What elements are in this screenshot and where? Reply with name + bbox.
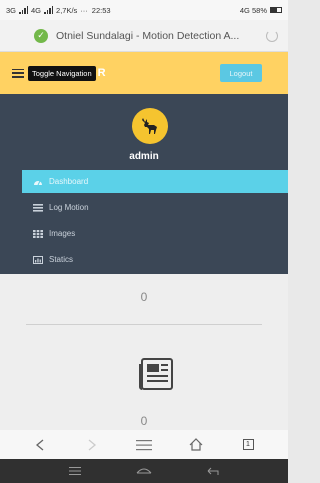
toggle-navigation-tooltip: Toggle Navigation [28, 65, 96, 81]
back-icon[interactable] [30, 435, 50, 455]
sidebar-item-log-motion[interactable]: Log Motion [22, 196, 288, 219]
avatar [132, 108, 168, 144]
sidebar-item-label: Statics [49, 255, 74, 264]
tab-count: 1 [242, 439, 254, 450]
status-right: 4G 58% [240, 6, 282, 15]
system-home-icon[interactable] [136, 465, 152, 477]
network-type-2: 4G [31, 5, 42, 15]
system-back-icon[interactable] [205, 465, 221, 477]
tabs-button[interactable]: 1 [238, 435, 258, 455]
deer-icon [142, 118, 157, 134]
list-icon [32, 203, 44, 212]
secure-shield-icon: ✓ [34, 28, 48, 43]
network-type-1: 3G [6, 5, 17, 15]
sidebar-item-statics[interactable]: Statics [22, 248, 288, 271]
menu-icon[interactable] [134, 435, 154, 455]
divider [26, 324, 262, 325]
system-nav-bar [0, 459, 288, 483]
dashboard-content: 0 0 [0, 274, 288, 430]
recents-icon[interactable] [67, 465, 83, 477]
brand-fragment: R [97, 67, 106, 79]
browser-address-bar[interactable]: ✓ Otniel Sundalagi - Motion Detection A.… [0, 20, 288, 52]
reload-icon[interactable] [266, 29, 278, 42]
hamburger-menu-icon[interactable] [12, 68, 24, 78]
battery-icon [270, 7, 282, 13]
logout-button[interactable]: Logout [220, 64, 262, 82]
dashboard-icon [32, 177, 44, 186]
page-title[interactable]: Otniel Sundalagi - Motion Detection A... [56, 30, 251, 42]
sidebar-item-label: Dashboard [49, 177, 89, 186]
newspaper-icon [139, 358, 173, 390]
status-left: 3G 4G 2,7K/s ··· [6, 6, 88, 15]
sidebar-item-dashboard[interactable]: Dashboard [22, 170, 288, 193]
stat-count-bottom: 0 [140, 414, 148, 428]
forward-icon[interactable] [82, 435, 102, 455]
username: admin [129, 151, 159, 162]
chart-icon [32, 255, 44, 264]
battery-text: 4G 58% [239, 5, 267, 15]
sidebar-item-label: Log Motion [49, 203, 89, 212]
more-icon: ··· [80, 5, 88, 15]
home-icon[interactable] [186, 435, 206, 455]
sidebar: admin Dashboard Log Motion Images Static… [0, 94, 288, 274]
browser-bottom-nav: 1 [0, 430, 288, 459]
stat-count-top: 0 [140, 290, 148, 304]
status-bar: 3G 4G 2,7K/s ··· 22:53 4G 58% [0, 0, 288, 20]
data-speed: 2,7K/s [56, 5, 78, 15]
top-navbar: Toggle Navigation R Logout [0, 52, 288, 94]
grid-icon [32, 229, 44, 238]
signal-icon [19, 6, 29, 14]
sidebar-item-label: Images [49, 229, 76, 238]
signal-icon-2 [44, 6, 54, 14]
sidebar-item-images[interactable]: Images [22, 222, 288, 245]
clock: 22:53 [91, 5, 111, 15]
